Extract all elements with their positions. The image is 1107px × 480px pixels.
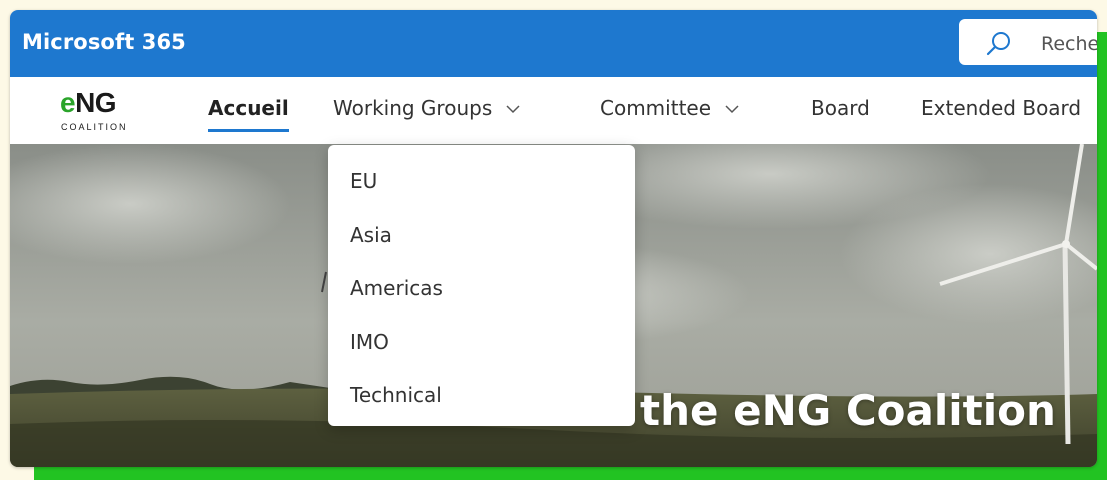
site-navigation: eNG COALITION Accueil Working Groups Com…: [10, 77, 1097, 144]
nav-item-label: Accueil: [208, 96, 289, 120]
logo-letter-e: e: [60, 87, 76, 118]
eng-coalition-logo[interactable]: eNG COALITION: [60, 87, 150, 133]
search-icon: [986, 32, 1010, 56]
suite-bar: Microsoft 365 Reche: [10, 10, 1097, 77]
menu-item-americas[interactable]: Americas: [350, 276, 443, 300]
menu-item-eu[interactable]: EU: [350, 169, 377, 193]
logo-subtitle: COALITION: [61, 122, 128, 132]
chevron-down-icon: [506, 105, 520, 114]
nav-item-extended-board[interactable]: Extended Board: [921, 96, 1081, 120]
hero-title: the eNG Coalition: [640, 386, 1056, 435]
menu-item-technical[interactable]: Technical: [350, 383, 442, 407]
menu-item-imo[interactable]: IMO: [350, 330, 389, 354]
menu-item-asia[interactable]: Asia: [350, 223, 392, 247]
nav-item-working-groups[interactable]: Working Groups: [333, 96, 520, 120]
nav-item-label: Board: [811, 96, 870, 120]
nav-item-label: Committee: [600, 96, 712, 120]
search-input[interactable]: Reche: [1041, 33, 1097, 55]
app-title[interactable]: Microsoft 365: [22, 30, 186, 54]
nav-item-committee[interactable]: Committee: [600, 96, 739, 120]
nav-item-board[interactable]: Board: [811, 96, 870, 120]
working-groups-dropdown: EU Asia Americas IMO Technical: [328, 145, 635, 426]
nav-item-label: Working Groups: [333, 96, 493, 120]
chevron-down-icon: [725, 105, 739, 114]
browser-window: Microsoft 365 Reche eNG COALITION Accuei…: [10, 10, 1097, 467]
active-indicator: [208, 129, 289, 132]
logo-wordmark: eNG: [60, 87, 117, 119]
nav-item-accueil[interactable]: Accueil: [208, 96, 289, 132]
logo-letters-ng: NG: [75, 87, 117, 118]
nav-item-label: Extended Board: [921, 96, 1082, 120]
search-box[interactable]: Reche: [959, 19, 1097, 65]
